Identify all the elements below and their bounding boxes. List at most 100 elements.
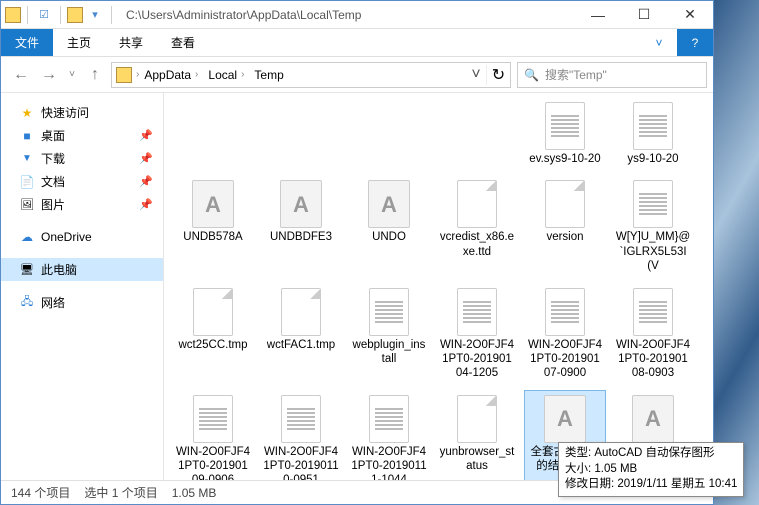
- generic-file-icon: [457, 180, 497, 228]
- doc-icon: [19, 174, 35, 190]
- ribbon-expand-button[interactable]: ˅: [641, 29, 677, 56]
- text-file-icon: [633, 102, 673, 150]
- file-item[interactable]: WIN-2O0FJF41PT0-20190104-1205: [436, 283, 518, 386]
- refresh-button[interactable]: ↻: [486, 65, 510, 85]
- sidebar-item[interactable]: 快速访问: [1, 101, 163, 124]
- breadcrumb-segment[interactable]: Local›: [203, 63, 249, 87]
- sidebar-item-label: 快速访问: [41, 104, 89, 121]
- file-item[interactable]: WIN-2O0FJF41PT0-20190108-0903: [612, 283, 694, 386]
- sidebar-item-label: 下载: [41, 150, 65, 167]
- file-label: ev.sys9-10-20: [529, 152, 600, 166]
- file-label: version: [546, 230, 583, 244]
- autocad-file-icon: A: [192, 180, 234, 228]
- file-item[interactable]: ys9-10-20: [612, 97, 694, 171]
- history-dropdown[interactable]: ˅: [63, 61, 81, 89]
- up-button[interactable]: ↑: [81, 61, 109, 89]
- file-item[interactable]: WIN-2O0FJF41PT0-20190111-1044: [348, 390, 430, 480]
- file-item[interactable]: W[Y]U_MM}@`IGLRX5L53I(V: [612, 175, 694, 278]
- sidebar-item[interactable]: 下载📌: [1, 147, 163, 170]
- text-file-icon: [369, 395, 409, 443]
- qat-properties-icon[interactable]: ☑: [34, 8, 54, 21]
- sidebar-item-label: 此电脑: [41, 261, 77, 278]
- tab-home[interactable]: 主页: [53, 29, 105, 56]
- minimize-button[interactable]: —: [575, 1, 621, 29]
- text-file-icon: [633, 180, 673, 228]
- sidebar-item-label: OneDrive: [41, 230, 92, 244]
- forward-button[interactable]: →: [35, 61, 63, 89]
- folder-icon[interactable]: [67, 7, 83, 23]
- file-item[interactable]: wctFAC1.tmp: [260, 283, 342, 386]
- tooltip: 类型: AutoCAD 自动保存图形 大小: 1.05 MB 修改日期: 201…: [558, 442, 744, 497]
- sidebar-item[interactable]: 文档 📌: [1, 170, 163, 193]
- sidebar-item-label: 网络: [41, 294, 65, 311]
- status-size: 1.05 MB: [172, 486, 217, 500]
- back-button[interactable]: ←: [7, 61, 35, 89]
- close-button[interactable]: ✕: [667, 1, 713, 29]
- file-item[interactable]: vcredist_x86.exe.ttd: [436, 175, 518, 278]
- file-label: WIN-2O0FJF41PT0-20190109-0906: [175, 445, 251, 480]
- file-label: vcredist_x86.exe.ttd: [439, 230, 515, 259]
- sidebar-item[interactable]: 桌面📌: [1, 124, 163, 147]
- pin-icon: 📌: [139, 175, 153, 188]
- file-item[interactable]: WIN-2O0FJF41PT0-20190110-0951: [260, 390, 342, 480]
- file-item[interactable]: AUNDO: [348, 175, 430, 278]
- sidebar-item-label: 桌面: [41, 127, 65, 144]
- window-controls: — ☐ ✕: [575, 1, 713, 29]
- file-item[interactable]: A UNDB578A: [172, 175, 254, 278]
- file-item[interactable]: ev.sys9-10-20: [524, 97, 606, 171]
- tab-view[interactable]: 查看: [157, 29, 209, 56]
- pc-icon: [19, 262, 35, 278]
- status-item-count: 144 个项目: [11, 484, 70, 501]
- file-list[interactable]: ev.sys9-10-20 ys9-10-20 A UNDB578A AUNDBDFE3…: [164, 93, 713, 480]
- file-label: ys9-10-20: [627, 152, 678, 166]
- net-icon: [19, 295, 35, 311]
- tooltip-line: 修改日期: 2019/1/11 星期五 10:41: [565, 477, 737, 493]
- sidebar-item-label: 文档: [41, 173, 65, 190]
- window-title: C:\Users\Administrator\AppData\Local\Tem…: [120, 8, 575, 22]
- text-file-icon: [193, 395, 233, 443]
- sidebar-item[interactable]: 网络: [1, 291, 163, 314]
- text-file-icon: [457, 288, 497, 336]
- autocad-file-icon: A: [368, 180, 410, 228]
- file-item[interactable]: AUNDBDFE3: [260, 175, 342, 278]
- search-input[interactable]: 🔍 搜索"Temp": [517, 62, 707, 88]
- sidebar-item[interactable]: 图片📌: [1, 193, 163, 216]
- file-label: wctFAC1.tmp: [267, 338, 335, 352]
- sidebar-item[interactable]: OneDrive: [1, 226, 163, 248]
- help-button[interactable]: ?: [677, 29, 713, 56]
- autocad-file-icon: A: [280, 180, 322, 228]
- file-item[interactable]: webplugin_install: [348, 283, 430, 386]
- chevron-right-icon[interactable]: ›: [241, 69, 244, 80]
- pic-icon: [19, 197, 35, 213]
- text-file-icon: [369, 288, 409, 336]
- sidebar-item[interactable]: 此电脑: [1, 258, 163, 281]
- explorer-window: ☑ ▾ C:\Users\Administrator\AppData\Local…: [0, 0, 714, 505]
- breadcrumb-segment[interactable]: Temp: [249, 63, 288, 87]
- generic-file-icon: [457, 395, 497, 443]
- folder-icon: [5, 7, 21, 23]
- qat-customize-icon[interactable]: ▾: [85, 8, 105, 21]
- tab-file[interactable]: 文件: [1, 29, 53, 56]
- autocad-file-icon: A: [544, 395, 586, 443]
- file-label: W[Y]U_MM}@`IGLRX5L53I(V: [615, 230, 691, 273]
- file-label: UNDB578A: [183, 230, 242, 244]
- maximize-button[interactable]: ☐: [621, 1, 667, 29]
- search-icon: 🔍: [524, 68, 539, 82]
- star-icon: [19, 105, 35, 121]
- chevron-right-icon[interactable]: ›: [195, 69, 198, 80]
- tooltip-line: 大小: 1.05 MB: [565, 462, 737, 478]
- text-file-icon: [545, 102, 585, 150]
- tab-share[interactable]: 共享: [105, 29, 157, 56]
- address-dropdown-icon[interactable]: ˅: [466, 66, 486, 84]
- file-item[interactable]: WIN-2O0FJF41PT0-20190107-0900: [524, 283, 606, 386]
- breadcrumb[interactable]: › AppData› Local› Temp ˅ ↻: [111, 62, 511, 88]
- breadcrumb-segment[interactable]: AppData›: [139, 63, 203, 87]
- file-item[interactable]: WIN-2O0FJF41PT0-20190109-0906: [172, 390, 254, 480]
- file-item[interactable]: version: [524, 175, 606, 278]
- quick-access-toolbar: ☑ ▾: [1, 6, 120, 24]
- file-label: WIN-2O0FJF41PT0-20190104-1205: [439, 338, 515, 381]
- file-item[interactable]: yunbrowser_status: [436, 390, 518, 480]
- generic-file-icon: [193, 288, 233, 336]
- file-item[interactable]: wct25CC.tmp: [172, 283, 254, 386]
- tooltip-line: 类型: AutoCAD 自动保存图形: [565, 446, 737, 462]
